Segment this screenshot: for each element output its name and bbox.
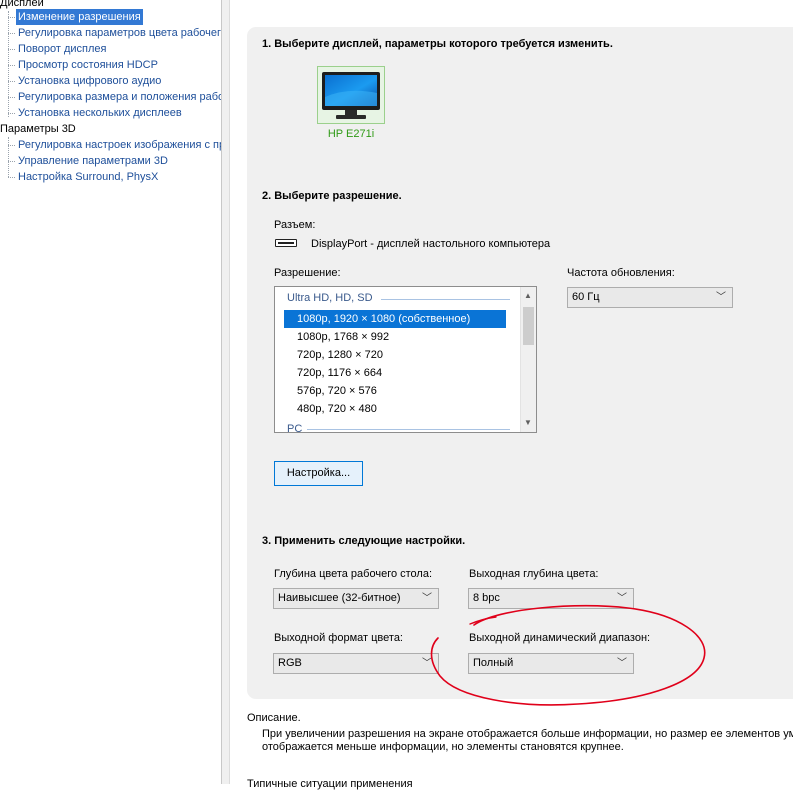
monitor-name[interactable]: HP E271i (309, 128, 393, 140)
tree-item-digital-audio[interactable]: Установка цифрового аудио (16, 73, 163, 89)
scrollbar-thumb[interactable] (523, 307, 534, 345)
tree-connector (8, 145, 15, 146)
chevron-down-icon: ﹀ (422, 593, 432, 604)
scroll-up-icon[interactable]: ▲ (524, 291, 532, 301)
listbox-scrollbar[interactable]: ▲ ▼ (520, 287, 536, 432)
refresh-rate-select[interactable]: 60 Гц ﹀ (567, 287, 733, 308)
resolution-option[interactable]: 720p, 1176 × 664 (284, 364, 506, 382)
tree-connector (8, 137, 9, 177)
output-dynamic-range-label: Выходной динамический диапазон: (469, 632, 651, 644)
tree-item-manage-3d[interactable]: Управление параметрами 3D (16, 153, 170, 169)
tree-item-change-resolution[interactable]: Изменение разрешения (16, 9, 143, 25)
tree-item-surround-physx[interactable]: Настройка Surround, PhysX (16, 169, 160, 185)
desktop-color-depth-select[interactable]: Наивысшее (32-битное) ﹀ (273, 588, 439, 609)
tree-connector (8, 161, 15, 162)
output-color-depth-label: Выходная глубина цвета: (469, 568, 599, 580)
resolution-listbox[interactable]: Ultra HD, HD, SD 1080p, 1920 × 1080 (соб… (274, 286, 537, 433)
tree-connector (8, 113, 15, 114)
chevron-down-icon: ﹀ (716, 292, 726, 303)
tree-connector (8, 33, 15, 34)
group-divider (381, 299, 510, 300)
description-line-1: При увеличении разрешения на экране отоб… (262, 728, 793, 740)
desktop-color-depth-label: Глубина цвета рабочего стола: (274, 568, 433, 580)
output-color-format-label: Выходной формат цвета: (274, 632, 403, 644)
chevron-down-icon: ﹀ (617, 593, 627, 604)
chevron-down-icon: ﹀ (422, 658, 432, 669)
tree-connector (8, 81, 15, 82)
section-2-heading: 2. Выберите разрешение. (262, 190, 402, 202)
output-color-format-select[interactable]: RGB ﹀ (273, 653, 439, 674)
splitter-bar[interactable] (221, 0, 230, 784)
displayport-icon (275, 239, 297, 247)
group-divider (307, 429, 510, 430)
group-header-pc: PC (287, 423, 303, 433)
output-color-format-value: RGB (278, 657, 302, 669)
customize-button[interactable]: Настройка... (274, 461, 363, 486)
output-color-depth-select[interactable]: 8 bpc ﹀ (468, 588, 634, 609)
chevron-down-icon: ﹀ (617, 658, 627, 669)
resolution-label: Разрешение: (274, 267, 341, 279)
tree-connector (8, 11, 9, 117)
monitor-tile[interactable] (317, 66, 385, 124)
resolution-option[interactable]: 1080p, 1920 × 1080 (собственное) (284, 310, 506, 328)
tree-item-desktop-color[interactable]: Регулировка параметров цвета рабочег (16, 25, 221, 41)
resolution-option[interactable]: 480p, 720 × 480 (284, 400, 506, 418)
navigation-tree: Дисплей Изменение разрешения Регулировка… (0, 0, 221, 784)
tree-connector (8, 49, 15, 50)
resolution-option[interactable]: 1080p, 1768 × 992 (284, 328, 506, 346)
scroll-down-icon[interactable]: ▼ (524, 418, 532, 428)
tree-connector (8, 97, 15, 98)
tree-item-hdcp-status[interactable]: Просмотр состояния HDCP (16, 57, 160, 73)
refresh-rate-label: Частота обновления: (567, 267, 675, 279)
tree-item-rotate-display[interactable]: Поворот дисплея (16, 41, 108, 57)
output-dynamic-range-value: Полный (473, 657, 514, 669)
resolution-option[interactable]: 720p, 1280 × 720 (284, 346, 506, 364)
output-dynamic-range-select[interactable]: Полный ﹀ (468, 653, 634, 674)
tree-connector (8, 177, 15, 178)
section-3-heading: 3. Применить следующие настройки. (262, 535, 466, 547)
tree-item-image-settings-preview[interactable]: Регулировка настроек изображения с пр (16, 137, 221, 153)
description-line-2: отображается меньше информации, но элеме… (262, 741, 624, 753)
description-title: Описание. (247, 712, 301, 724)
monitor-icon (322, 72, 380, 119)
resolution-option[interactable]: 576p, 720 × 576 (284, 382, 506, 400)
output-color-depth-value: 8 bpc (473, 592, 500, 604)
tree-item-size-position[interactable]: Регулировка размера и положения рабо (16, 89, 221, 105)
tree-item-multiple-displays[interactable]: Установка нескольких дисплеев (16, 105, 184, 121)
typical-usage-heading: Типичные ситуации применения (247, 778, 413, 790)
group-header-uhd: Ultra HD, HD, SD (287, 292, 373, 304)
refresh-rate-value: 60 Гц (572, 291, 600, 303)
section-1-heading: 1. Выберите дисплей, параметры которого … (262, 38, 613, 50)
desktop-color-depth-value: Наивысшее (32-битное) (278, 592, 401, 604)
connector-label: Разъем: (274, 219, 316, 231)
tree-category-3d[interactable]: Параметры 3D (0, 121, 76, 137)
connector-value: DisplayPort - дисплей настольного компью… (311, 238, 551, 250)
tree-connector (8, 65, 15, 66)
tree-connector (8, 17, 15, 18)
